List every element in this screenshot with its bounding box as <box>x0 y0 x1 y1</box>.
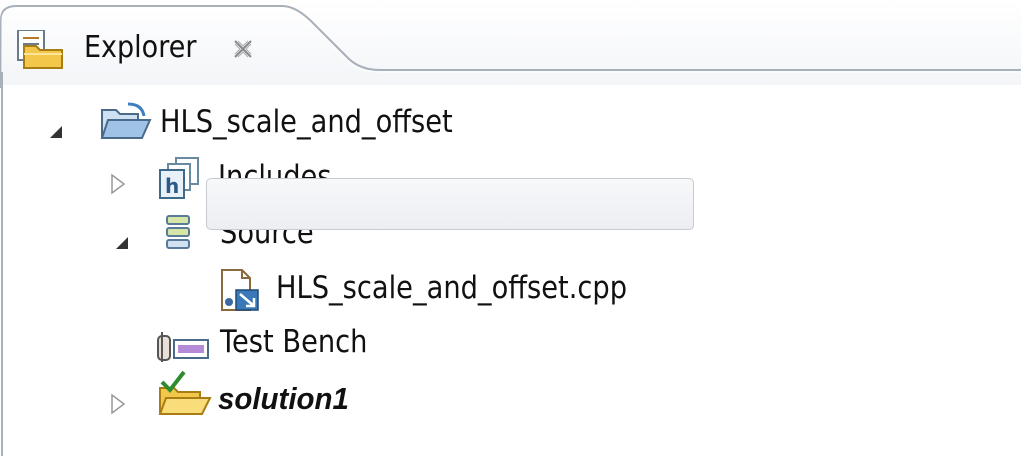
project-label: HLS_scale_and_offset <box>160 104 453 140</box>
expanded-twisty-icon[interactable] <box>46 122 66 142</box>
test-bench-icon <box>156 330 214 368</box>
collapsed-twisty-icon[interactable] <box>108 172 128 195</box>
collapsed-twisty-icon[interactable] <box>108 392 128 415</box>
tab-label: Explorer <box>84 30 197 65</box>
close-icon[interactable] <box>232 38 254 60</box>
includes-header-icon: h <box>156 156 212 204</box>
test-bench-label: Test Bench <box>220 324 368 360</box>
solution-label: solution1 <box>218 381 349 416</box>
view-left-border <box>1 72 3 456</box>
explorer-folder-icon <box>14 29 68 70</box>
expanded-twisty-icon[interactable] <box>112 233 132 253</box>
solution-folder-check-icon <box>156 370 212 420</box>
svg-text:h: h <box>165 174 179 198</box>
project-folder-icon <box>98 102 154 146</box>
selected-file-highlight[interactable] <box>206 178 694 230</box>
source-stack-icon <box>164 212 194 260</box>
source-file-label: HLS_scale_and_offset.cpp <box>276 270 628 306</box>
cpp-file-icon <box>216 268 266 318</box>
